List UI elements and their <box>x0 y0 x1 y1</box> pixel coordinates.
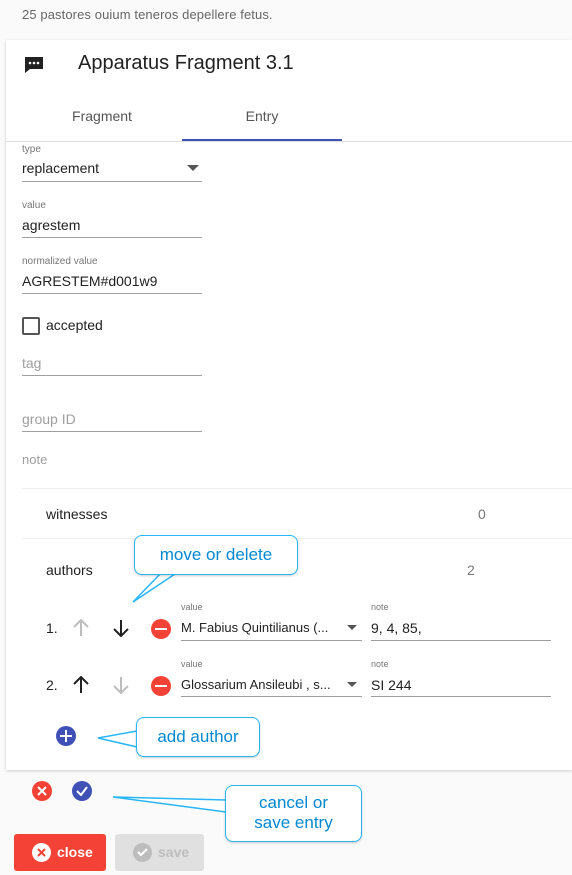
add-author-callout: add author <box>136 717 260 757</box>
move-delete-callout: move or delete <box>134 535 298 575</box>
cancel-save-callout: cancel or save entry <box>225 785 362 842</box>
callout-pointers <box>97 573 227 813</box>
